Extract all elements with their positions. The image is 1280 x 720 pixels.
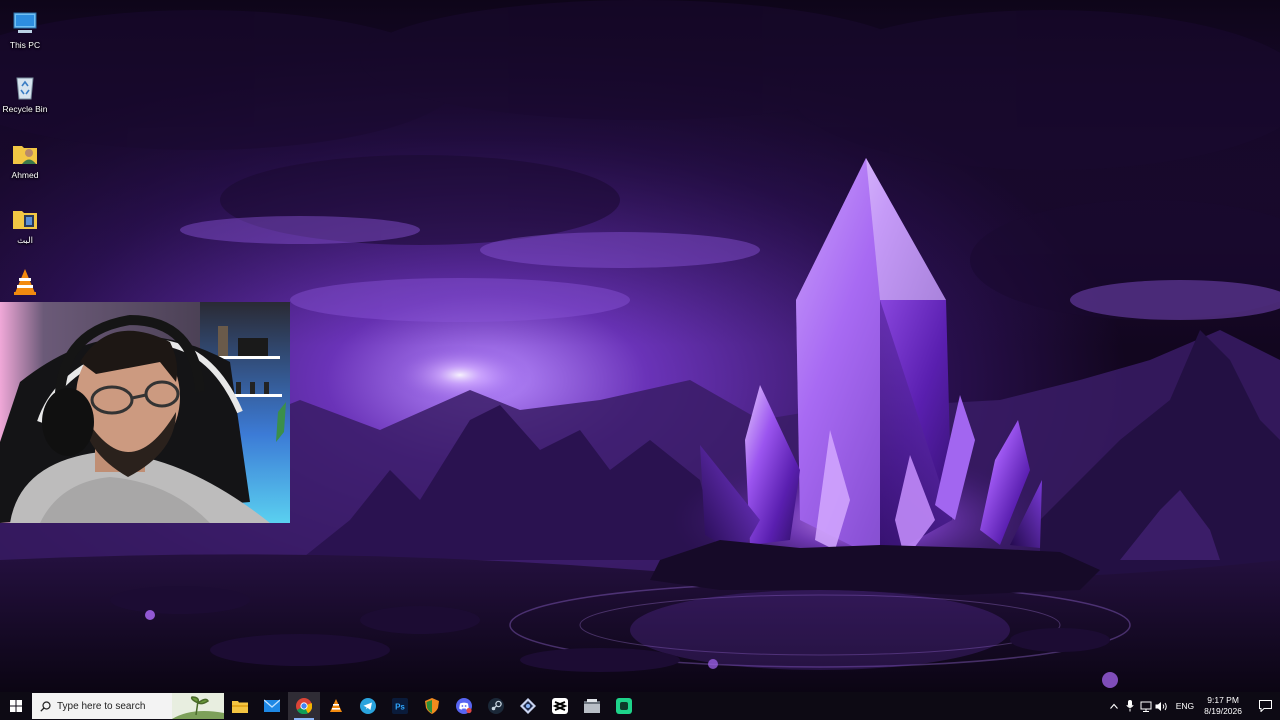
- webcam-overlay: [0, 302, 290, 523]
- taskbar-discord[interactable]: [448, 692, 480, 720]
- telegram-icon: [360, 698, 376, 714]
- taskbar-steam[interactable]: [480, 692, 512, 720]
- desktop-icon-ahmed[interactable]: Ahmed: [0, 138, 50, 180]
- desktop: This PC Recycle Bin Ahmed البث Type here…: [0, 0, 1280, 720]
- desktop-icon-label: Ahmed: [11, 170, 39, 180]
- chevron-up-icon: [1109, 703, 1118, 709]
- vlc-icon: [330, 699, 342, 712]
- green-app-icon: [616, 698, 632, 714]
- search-placeholder: Type here to search: [57, 700, 146, 712]
- desktop-icon-recycle-bin[interactable]: Recycle Bin: [0, 72, 50, 114]
- system-tray: ENG 9:17 PM 8/19/2026: [1106, 692, 1280, 720]
- input-language-indicator[interactable]: ENG: [1176, 701, 1194, 711]
- user-folder-icon: [13, 146, 37, 164]
- taskbar-file-explorer[interactable]: [224, 692, 256, 720]
- notification-icon: [1258, 700, 1272, 712]
- tray-volume[interactable]: [1154, 692, 1170, 720]
- taskbar-chrome[interactable]: [288, 692, 320, 720]
- taskbar-capcut[interactable]: [544, 692, 576, 720]
- shield-app-icon: [425, 698, 439, 714]
- desktop-icon-this-pc[interactable]: This PC: [0, 8, 50, 50]
- recycle-bin-icon: [16, 77, 34, 100]
- this-pc-icon: [13, 12, 37, 33]
- mail-icon: [264, 699, 280, 712]
- photoshop-icon: Ps: [392, 698, 408, 714]
- taskbar-mail[interactable]: [256, 692, 288, 720]
- capcut-icon: [552, 698, 568, 714]
- taskbar: Type here to search Ps ENG 9:17 PM 8/19/…: [0, 692, 1280, 720]
- taskbar-green-app[interactable]: [608, 692, 640, 720]
- microphone-icon: [1126, 700, 1134, 712]
- file-explorer-icon: [232, 701, 248, 713]
- tray-overflow-button[interactable]: [1106, 692, 1122, 720]
- taskbar-diamond-app[interactable]: [512, 692, 544, 720]
- svg-text:Ps: Ps: [395, 703, 405, 712]
- webcam-feed: [0, 302, 290, 523]
- speaker-icon: [1155, 701, 1167, 711]
- desktop-icon-vlc[interactable]: [0, 267, 50, 297]
- desktop-icon-label: This PC: [9, 40, 41, 50]
- clock-time: 9:17 PM: [1207, 695, 1239, 705]
- taskbar-photoshop[interactable]: Ps: [384, 692, 416, 720]
- start-button[interactable]: [0, 692, 32, 720]
- search-highlight-image: [172, 693, 224, 719]
- tray-microphone[interactable]: [1122, 692, 1138, 720]
- search-icon: [40, 700, 51, 712]
- action-center-button[interactable]: [1250, 692, 1280, 720]
- taskbar-telegram[interactable]: [352, 692, 384, 720]
- taskbar-shield-app[interactable]: [416, 692, 448, 720]
- taskbar-clock[interactable]: 9:17 PM 8/19/2026: [1204, 695, 1242, 717]
- desktop-icon-label: البث: [17, 235, 33, 245]
- network-icon: [1140, 701, 1152, 712]
- folder-icon: [13, 211, 37, 229]
- desktop-icon-label: Recycle Bin: [2, 104, 48, 114]
- steam-icon: [488, 698, 504, 714]
- taskbar-vlc[interactable]: [320, 692, 352, 720]
- taskbar-window-app[interactable]: [576, 692, 608, 720]
- tray-network[interactable]: [1138, 692, 1154, 720]
- diamond-app-icon: [520, 698, 536, 714]
- clock-date: 8/19/2026: [1204, 706, 1242, 716]
- window-app-icon: [584, 699, 600, 713]
- discord-icon: [456, 698, 472, 714]
- windows-logo-icon: [10, 700, 22, 712]
- chrome-icon: [296, 698, 312, 714]
- taskbar-search-box[interactable]: Type here to search: [32, 693, 224, 719]
- desktop-icon-stream-folder[interactable]: البث: [0, 203, 50, 246]
- vlc-icon: [14, 269, 36, 295]
